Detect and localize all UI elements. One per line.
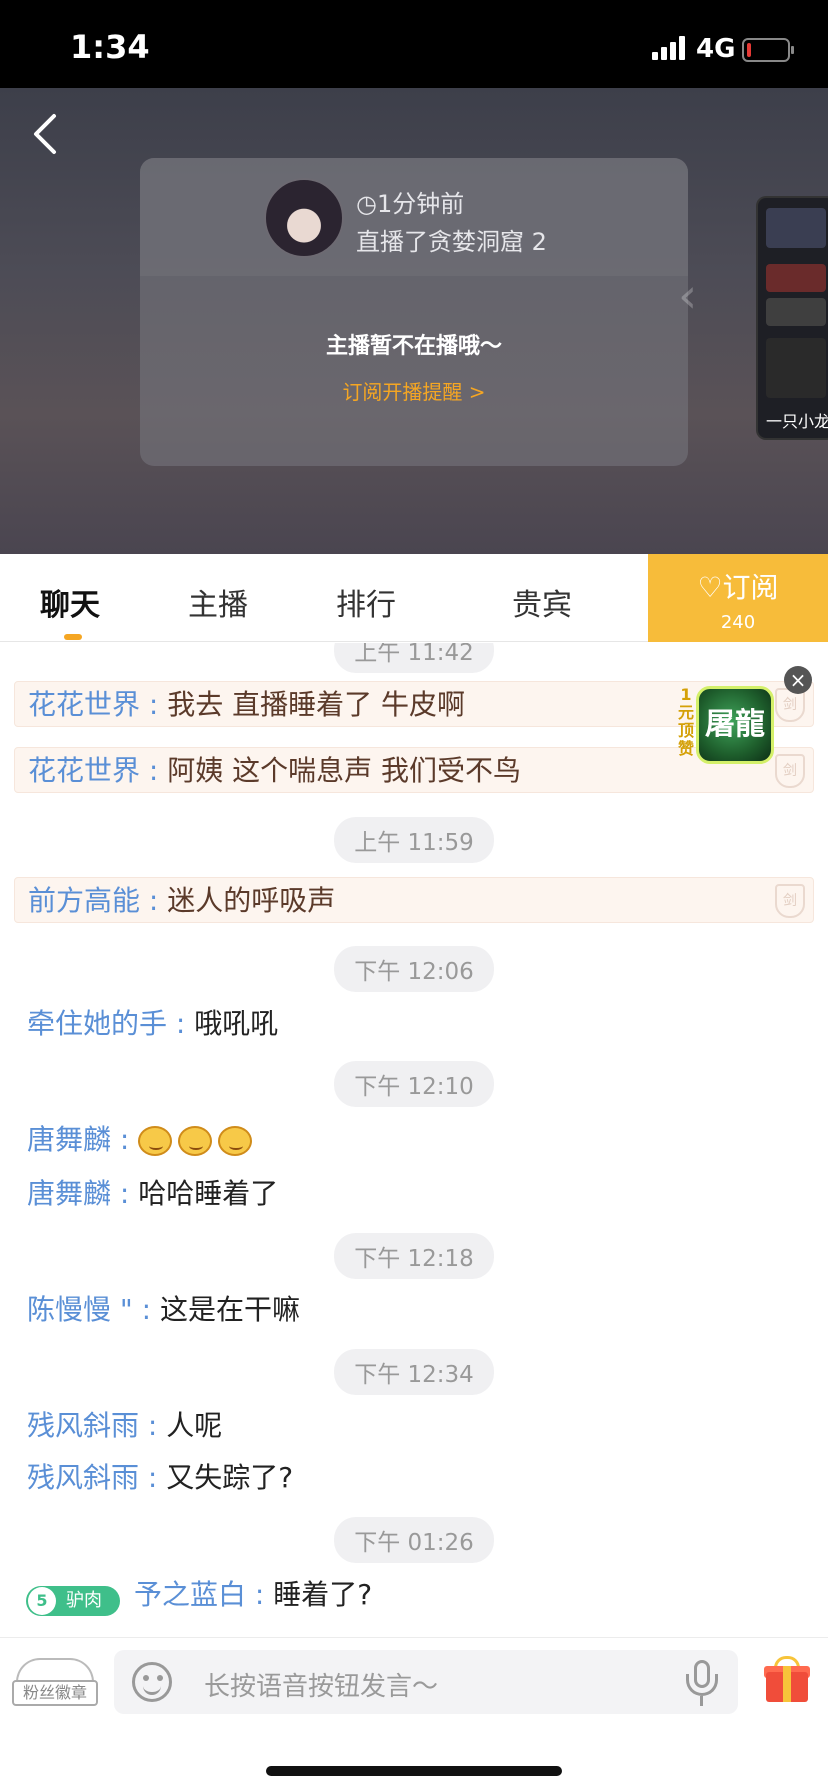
network-type: 4G [696, 34, 736, 64]
ad-tag: 1元顶赞 [677, 685, 694, 758]
chat-username[interactable]: 花花世界 : [28, 754, 158, 787]
chat-message[interactable]: 残风斜雨 : 人呢 [14, 1403, 814, 1449]
chat-message[interactable]: 唐舞麟 : 哈哈睡着了 [14, 1171, 814, 1217]
offline-message: 主播暂不在播哦～ [325, 334, 502, 359]
chat-text: 人呢 [166, 1409, 223, 1442]
home-indicator [266, 1766, 562, 1776]
chat-list[interactable]: 上午 11:42 花花世界 : 我去 直播睡着了 牛皮啊 剑 花花世界 : 阿姨… [0, 643, 828, 1637]
chat-username[interactable]: 陈慢慢 " : [27, 1293, 151, 1326]
fan-badge-name: 驴肉 [66, 1590, 102, 1611]
tab-streamer[interactable]: 主播 [188, 580, 248, 624]
tab-chat[interactable]: 聊天 [40, 580, 100, 624]
chat-username[interactable]: 残风斜雨 : [27, 1461, 157, 1494]
status-bar: 1:34 4G [0, 0, 828, 88]
game-logo[interactable]: 屠龍 [696, 686, 774, 764]
chat-message[interactable]: 予之蓝白 : 睡着了? [14, 1572, 814, 1618]
chat-text: 哦吼吼 [194, 1007, 279, 1040]
sleepy-emoji-icon [138, 1126, 173, 1156]
chat-input-placeholder: 长按语音按钮发言～ [204, 1672, 439, 1702]
chat-message[interactable]: 牵住她的手 : 哦吼吼 [14, 1001, 814, 1047]
subscribe-label: ♡订阅 [697, 571, 779, 604]
time-divider: 下午 12:34 [0, 1349, 828, 1395]
streamer-avatar[interactable] [264, 178, 344, 258]
tab-bar: 聊天 主播 排行 贵宾 ♡订阅 240 [0, 554, 828, 642]
wings-icon [16, 1658, 94, 1682]
close-icon[interactable]: × [784, 666, 812, 694]
chat-username[interactable]: 予之蓝白 : [134, 1578, 264, 1611]
chat-text: 我去 直播睡着了 牛皮啊 [167, 688, 466, 721]
shield-icon: 剑 [775, 884, 805, 918]
gift-icon[interactable] [764, 1656, 810, 1702]
fan-badge-button[interactable]: 粉丝徽章 [12, 1658, 98, 1710]
chat-text: 阿姨 这个喘息声 我们受不鸟 [167, 754, 522, 787]
subscribe-button[interactable]: ♡订阅 240 [648, 554, 828, 642]
time-divider: 下午 12:10 [0, 1061, 828, 1107]
back-arrow-icon[interactable] [26, 110, 66, 158]
signal-icon [652, 36, 688, 60]
video-player[interactable]: ◷1分钟前 直播了贪婪洞窟 2 主播暂不在播哦～ 订阅开播提醒 > ‹ 一只小龙 [0, 88, 828, 554]
subscribe-reminder-link[interactable]: 订阅开播提醒 > [140, 376, 688, 405]
emoji-icon[interactable] [132, 1662, 172, 1702]
chat-text: 这是在干嘛 [160, 1293, 301, 1326]
offline-card: ◷1分钟前 直播了贪婪洞窟 2 主播暂不在播哦～ 订阅开播提醒 > [140, 158, 688, 466]
chat-message[interactable]: 残风斜雨 : 又失踪了? [14, 1455, 814, 1501]
chat-text: 哈哈睡着了 [138, 1177, 279, 1210]
sleepy-emoji-icon [218, 1126, 253, 1156]
floating-ad[interactable]: 1元顶赞 屠龍 [676, 682, 780, 768]
last-live-time: ◷1分钟前 [356, 190, 465, 218]
side-stream-label: 一只小龙 [766, 412, 828, 431]
chat-input[interactable]: 长按语音按钮发言～ [114, 1650, 738, 1714]
last-live-info: ◷1分钟前 直播了贪婪洞窟 2 [140, 158, 688, 276]
chat-text: 又失踪了? [166, 1461, 294, 1494]
last-live-title: 直播了贪婪洞窟 2 [356, 228, 547, 256]
subscriber-count: 240 [720, 612, 756, 633]
fan-level-badge[interactable]: 5 驴肉 [26, 1586, 120, 1616]
chat-username[interactable]: 牵住她的手 : [27, 1007, 185, 1040]
time-divider: 上午 11:59 [0, 817, 828, 863]
side-stream-preview[interactable]: 一只小龙 [756, 196, 828, 440]
chevron-left-icon[interactable]: ‹ [678, 268, 697, 324]
fan-badge-label: 粉丝徽章 [12, 1680, 98, 1706]
battery-icon [742, 38, 794, 62]
chat-username[interactable]: 唐舞麟 : [27, 1123, 129, 1156]
time-divider: 上午 11:42 [0, 643, 828, 673]
time-divider: 下午 12:06 [0, 946, 828, 992]
tab-vip[interactable]: 贵宾 [512, 580, 572, 624]
chat-message[interactable]: 陈慢慢 " : 这是在干嘛 [14, 1287, 814, 1333]
chat-message[interactable]: 前方高能 : 迷人的呼吸声 剑 [14, 877, 814, 923]
chat-message[interactable]: 唐舞麟 : [14, 1117, 814, 1163]
active-tab-indicator [64, 634, 82, 640]
chat-username[interactable]: 花花世界 : [28, 688, 158, 721]
time-divider: 下午 01:26 [0, 1517, 828, 1563]
chat-text: 迷人的呼吸声 [167, 884, 336, 917]
fan-level-number: 5 [28, 1587, 56, 1615]
chat-username[interactable]: 残风斜雨 : [27, 1409, 157, 1442]
microphone-icon[interactable] [682, 1660, 722, 1706]
status-time: 1:34 [70, 28, 150, 66]
tab-ranking[interactable]: 排行 [336, 580, 396, 624]
chat-username[interactable]: 前方高能 : [28, 884, 158, 917]
chat-text: 睡着了? [273, 1578, 373, 1611]
time-divider: 下午 12:18 [0, 1233, 828, 1279]
chat-username[interactable]: 唐舞麟 : [27, 1177, 129, 1210]
sleepy-emoji-icon [178, 1126, 213, 1156]
